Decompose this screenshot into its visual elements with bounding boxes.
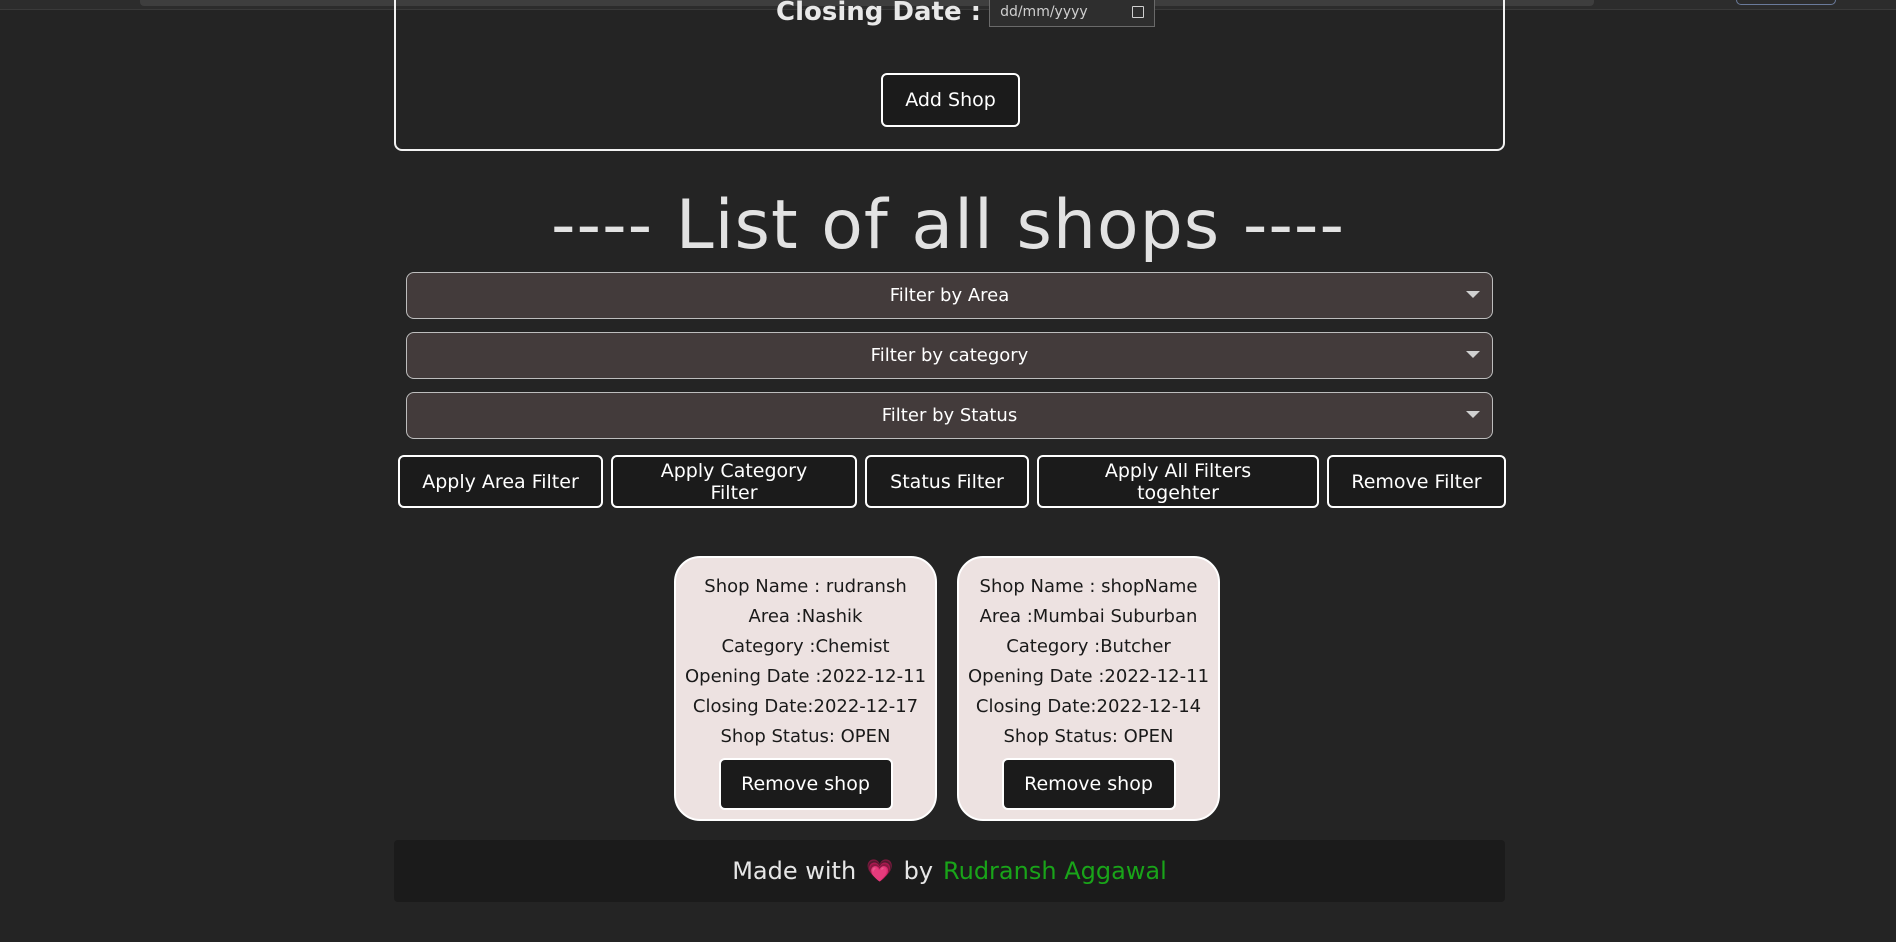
shop-category: Category :Chemist: [721, 636, 890, 657]
shop-card: Shop Name : shopName Area :Mumbai Suburb…: [957, 556, 1220, 821]
category-filter-label: Filter by category: [870, 345, 1029, 366]
shop-name: Shop Name : shopName: [979, 576, 1198, 597]
apply-category-filter-button[interactable]: Apply Category Filter: [611, 455, 857, 508]
remove-shop-button[interactable]: Remove shop: [1001, 758, 1176, 810]
area-filter-label: Filter by Area: [889, 285, 1010, 306]
footer: Made with 💗 by Rudransh Aggawal: [394, 840, 1505, 902]
apply-area-filter-button[interactable]: Apply Area Filter: [398, 455, 603, 508]
shop-closing-date: Closing Date:2022-12-17: [692, 696, 919, 717]
shop-opening-date: Opening Date :2022-12-11: [967, 666, 1210, 687]
closing-date-input[interactable]: dd/mm/yyyy: [989, 0, 1156, 27]
shop-area: Area :Mumbai Suburban: [979, 606, 1198, 627]
shop-opening-date: Opening Date :2022-12-11: [684, 666, 927, 687]
area-filter-select[interactable]: Filter by Area: [406, 272, 1493, 319]
remove-filter-button[interactable]: Remove Filter: [1327, 455, 1506, 508]
shop-status: Shop Status: OPEN: [1003, 726, 1174, 747]
heart-icon: 💗: [866, 858, 894, 884]
filter-button-row: Apply Area Filter Apply Category Filter …: [398, 455, 1506, 508]
shop-card-list: Shop Name : rudransh Area :Nashik Catego…: [674, 556, 1220, 821]
apply-all-filters-button[interactable]: Apply All Filters togehter: [1037, 455, 1319, 508]
browser-corner-button[interactable]: [1736, 0, 1836, 5]
footer-author-link[interactable]: Rudransh Aggawal: [943, 857, 1167, 885]
status-filter-select[interactable]: Filter by Status: [406, 392, 1493, 439]
closing-date-label: Closing Date :: [776, 0, 982, 27]
add-shop-button[interactable]: Add Shop: [881, 73, 1020, 127]
category-filter-select[interactable]: Filter by category: [406, 332, 1493, 379]
calendar-icon[interactable]: [1132, 6, 1145, 18]
chevron-down-icon: [1466, 351, 1480, 358]
shop-area: Area :Nashik: [748, 606, 863, 627]
status-filter-label: Filter by Status: [881, 405, 1018, 426]
footer-made-with: Made with: [732, 857, 857, 885]
remove-shop-button[interactable]: Remove shop: [718, 758, 893, 810]
shop-card: Shop Name : rudransh Area :Nashik Catego…: [674, 556, 937, 821]
chevron-down-icon: [1466, 411, 1480, 418]
shop-closing-date: Closing Date:2022-12-14: [975, 696, 1202, 717]
footer-by: by: [903, 857, 934, 885]
page-title: ---- List of all shops ----: [551, 186, 1345, 265]
shop-name: Shop Name : rudransh: [704, 576, 907, 597]
status-filter-button[interactable]: Status Filter: [865, 455, 1029, 508]
shop-category: Category :Butcher: [1006, 636, 1171, 657]
shop-status: Shop Status: OPEN: [720, 726, 891, 747]
closing-date-row: Closing Date : dd/mm/yyyy: [776, 0, 1156, 27]
chevron-down-icon: [1466, 291, 1480, 298]
add-shop-form: Closing Date : dd/mm/yyyy Add Shop: [394, 0, 1505, 151]
closing-date-value: dd/mm/yyyy: [1000, 4, 1088, 20]
